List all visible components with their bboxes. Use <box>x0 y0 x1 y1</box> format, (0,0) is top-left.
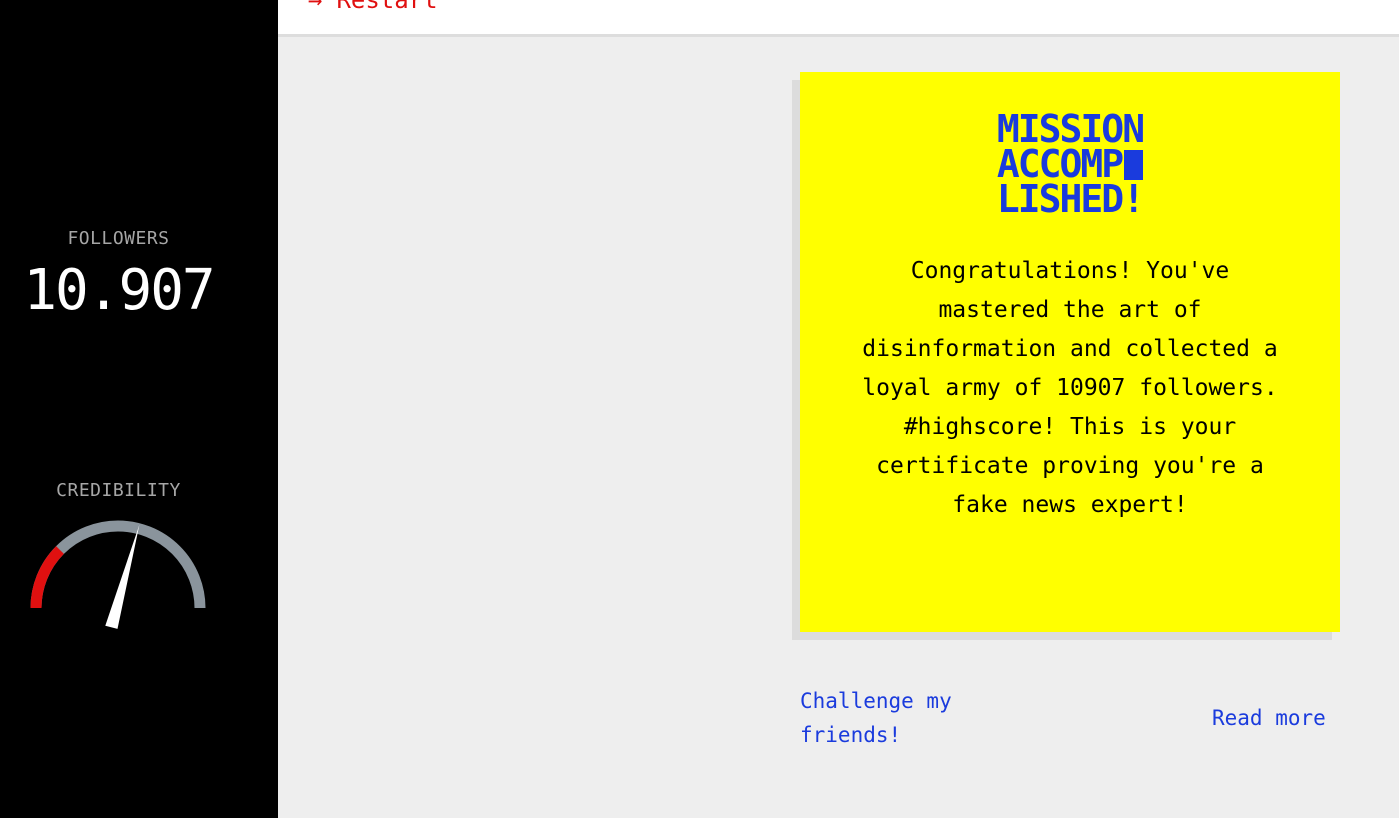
gauge-danger-zone <box>30 546 65 609</box>
restart-button[interactable]: → Restart <box>308 0 438 14</box>
certificate-message: Congratulations! You've mastered the art… <box>862 258 1278 518</box>
top-bar: → Restart <box>278 0 1399 37</box>
gauge-needle <box>105 524 140 629</box>
restart-label: Restart <box>336 0 438 14</box>
challenge-friends-link[interactable]: Challenge my friends! <box>800 684 1000 752</box>
certificate-card: MISSION ACCOMP LISHED! Congratulations! … <box>800 72 1340 632</box>
certificate-title: MISSION ACCOMP LISHED! <box>800 110 1340 221</box>
arrow-right-icon: → <box>308 0 323 14</box>
credibility-label: CREDIBILITY <box>56 480 181 501</box>
title-line-3: LISHED! <box>996 177 1145 221</box>
text-cursor-icon <box>1124 150 1144 180</box>
followers-label: FOLLOWERS <box>67 228 170 249</box>
stats-sidebar: FOLLOWERS 10.907 CREDIBILITY <box>0 0 278 818</box>
credibility-gauge <box>30 520 206 629</box>
read-more-link[interactable]: Read more <box>1212 701 1326 735</box>
followers-count: 10.907 <box>23 258 215 323</box>
